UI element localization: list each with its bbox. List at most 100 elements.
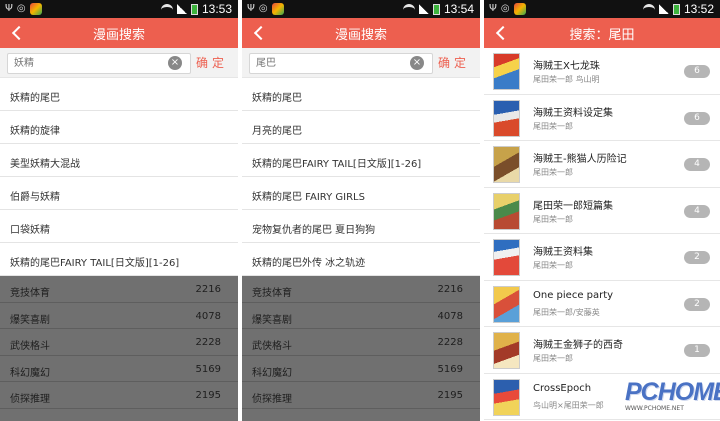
cover-thumbnail bbox=[493, 99, 520, 137]
category-overlay: 竞技体育 2216 爆笑喜剧 4078 武侠格斗 2228 科幻魔幻 5169 侦探推理… bbox=[242, 276, 480, 421]
search-bar: × 确定 bbox=[0, 48, 238, 78]
signal-icon bbox=[658, 4, 669, 14]
suggestion-item[interactable]: 月亮的尾巴 bbox=[242, 111, 480, 144]
app-notification-icon bbox=[29, 3, 42, 15]
result-item[interactable]: 海贼王金狮子的西奇 尾田荣一郎 1 bbox=[484, 327, 720, 374]
result-title: 海贼王资料集 bbox=[533, 247, 593, 258]
result-author: 尾田荣一郎 bbox=[533, 214, 573, 224]
page-title: 漫画搜索 bbox=[92, 27, 145, 43]
suggestion-item[interactable]: 妖精的尾巴 bbox=[0, 78, 238, 111]
suggestion-item[interactable]: 妖精的尾巴 FAIRY GIRLS bbox=[242, 177, 480, 210]
clear-circle-icon[interactable]: × bbox=[168, 56, 182, 70]
title-bar: 漫画搜索 bbox=[242, 18, 480, 48]
title-bar: 搜索：尾田 bbox=[484, 18, 720, 48]
category-row[interactable]: 爆笑喜剧 4078 bbox=[0, 303, 238, 330]
result-author: 尾田荣一郎 bbox=[533, 261, 573, 270]
usb-icon: Ψ bbox=[247, 3, 255, 14]
suggestion-item[interactable]: 口袋妖精 bbox=[0, 210, 238, 243]
result-item[interactable]: 海贼王X七龙珠 尾田荣一郎 鸟山明 6 bbox=[484, 48, 720, 95]
category-row[interactable]: 科幻魔幻 5169 bbox=[242, 356, 480, 383]
category-name: 侦探推理 bbox=[10, 394, 50, 406]
wifi-icon bbox=[642, 4, 655, 14]
category-name: 竞技体育 bbox=[252, 288, 292, 299]
app-notification-icon bbox=[271, 3, 284, 15]
pchome-watermark: PCHOME WWW.PCHOME.NET bbox=[625, 378, 720, 418]
category-row[interactable]: 爆笑喜剧 4078 bbox=[242, 303, 480, 330]
search-input[interactable] bbox=[7, 53, 191, 74]
search-bar: × 确定 bbox=[242, 48, 480, 78]
page-title: 搜索：尾田 bbox=[569, 27, 635, 43]
category-name: 科幻魔幻 bbox=[252, 367, 292, 379]
volume-count-badge: 6 bbox=[684, 111, 710, 125]
clock: 13:53 bbox=[201, 2, 232, 16]
result-item[interactable]: 海贼王资料集 尾田荣一郎 2 bbox=[484, 234, 720, 281]
suggestion-item[interactable]: 伯爵与妖精 bbox=[0, 177, 238, 210]
result-item[interactable]: One piece party 尾田荣一郎/安藤英 2 bbox=[484, 281, 720, 327]
volume-count-badge: 1 bbox=[684, 344, 710, 357]
result-item[interactable]: 海贼王-熊猫人历险记 尾田荣一郎 4 bbox=[484, 141, 720, 188]
result-list: 海贼王X七龙珠 尾田荣一郎 鸟山明 6 海贼王资料设定集 尾田荣一郎 6 海贼王… bbox=[484, 48, 720, 420]
category-count: 2195 bbox=[437, 390, 463, 402]
category-row[interactable]: 武侠格斗 2228 bbox=[242, 329, 480, 356]
category-name: 武侠格斗 bbox=[10, 341, 50, 353]
cover-thumbnail bbox=[493, 192, 520, 230]
status-bar: Ψ ◎ 13:54 bbox=[242, 0, 480, 18]
signal-icon bbox=[418, 4, 429, 14]
result-title: 海贼王X七龙珠 bbox=[533, 61, 600, 72]
result-item[interactable]: 尾田荣一郎短篇集 尾田荣一郎 4 bbox=[484, 188, 720, 234]
result-item[interactable]: 海贼王资料设定集 尾田荣一郎 6 bbox=[484, 95, 720, 141]
category-row[interactable]: 竞技体育 2216 bbox=[0, 276, 238, 303]
voicemail-icon: ◎ bbox=[500, 3, 510, 14]
category-row[interactable]: 武侠格斗 2228 bbox=[0, 329, 238, 356]
result-title: 海贼王-熊猫人历险记 bbox=[533, 154, 627, 165]
page-title: 漫画搜索 bbox=[334, 27, 387, 43]
category-count: 4078 bbox=[195, 310, 221, 322]
search-input[interactable] bbox=[249, 53, 433, 74]
category-name: 爆笑喜剧 bbox=[252, 314, 292, 326]
category-name: 侦探推理 bbox=[252, 394, 292, 406]
volume-count-badge: 4 bbox=[684, 204, 710, 218]
back-button[interactable] bbox=[492, 23, 512, 43]
result-author: 尾田荣一郎 bbox=[533, 168, 573, 177]
suggestion-item[interactable]: 妖精的尾巴FAIRY TAIL[日文版][1-26] bbox=[0, 243, 238, 276]
suggestion-list: 妖精的尾巴 妖精的旋律 美型妖精大混战 伯爵与妖精 口袋妖精 妖精的尾巴FAIR… bbox=[0, 78, 238, 276]
suggestion-item[interactable]: 宠物复仇者的尾巴 夏日狗狗 bbox=[242, 210, 480, 243]
volume-count-badge: 2 bbox=[684, 297, 710, 311]
signal-icon bbox=[176, 4, 187, 14]
app-notification-icon bbox=[513, 3, 526, 15]
cover-thumbnail bbox=[493, 378, 520, 416]
usb-icon: Ψ bbox=[5, 3, 13, 14]
suggestion-item[interactable]: 妖精的尾巴FAIRY TAIL[日文版][1-26] bbox=[242, 144, 480, 177]
back-button[interactable] bbox=[8, 23, 28, 43]
cover-thumbnail bbox=[493, 332, 520, 369]
suggestion-item[interactable]: 妖精的尾巴 bbox=[242, 78, 480, 111]
result-title: 尾田荣一郎短篇集 bbox=[533, 200, 613, 212]
wifi-icon bbox=[402, 4, 415, 14]
suggestion-item[interactable]: 妖精的尾巴外传 冰之轨迹 bbox=[242, 243, 480, 276]
voicemail-icon: ◎ bbox=[258, 3, 268, 14]
screen-search-tail: Ψ ◎ 13:54 漫画搜索 × 确定 妖精的尾巴 月亮的尾巴 妖精的尾巴FAI… bbox=[242, 0, 480, 421]
clock: 13:54 bbox=[443, 2, 474, 16]
volume-count-badge: 4 bbox=[684, 158, 710, 171]
category-count: 2216 bbox=[437, 284, 463, 295]
category-row[interactable]: 竞技体育 2216 bbox=[242, 276, 480, 303]
suggestion-item[interactable]: 妖精的旋律 bbox=[0, 111, 238, 144]
screen-search-results: Ψ ◎ 13:52 搜索：尾田 海贼王X七龙珠 尾田荣一郎 鸟山明 6 海贼王资… bbox=[484, 0, 720, 421]
battery-icon bbox=[190, 3, 198, 15]
confirm-button[interactable]: 确定 bbox=[438, 54, 470, 71]
category-row[interactable]: 侦探推理 2195 bbox=[242, 382, 480, 409]
confirm-button[interactable]: 确定 bbox=[196, 54, 228, 71]
result-author: 尾田荣一郎 鸟山明 bbox=[533, 75, 600, 84]
category-overlay: 竞技体育 2216 爆笑喜剧 4078 武侠格斗 2228 科幻魔幻 5169 侦探推理… bbox=[0, 276, 238, 421]
category-row[interactable]: 科幻魔幻 5169 bbox=[0, 356, 238, 383]
cover-thumbnail bbox=[493, 285, 520, 323]
clock: 13:52 bbox=[683, 2, 714, 16]
watermark-logo: PCHOME bbox=[625, 378, 720, 406]
suggestion-item[interactable]: 美型妖精大混战 bbox=[0, 144, 238, 177]
clear-circle-icon[interactable]: × bbox=[410, 56, 424, 70]
result-author: 鸟山明×尾田荣一郎 bbox=[533, 400, 604, 410]
category-row[interactable]: 侦探推理 2195 bbox=[0, 382, 238, 409]
back-button[interactable] bbox=[250, 23, 270, 43]
voicemail-icon: ◎ bbox=[16, 3, 26, 14]
category-name: 爆笑喜剧 bbox=[10, 314, 50, 326]
